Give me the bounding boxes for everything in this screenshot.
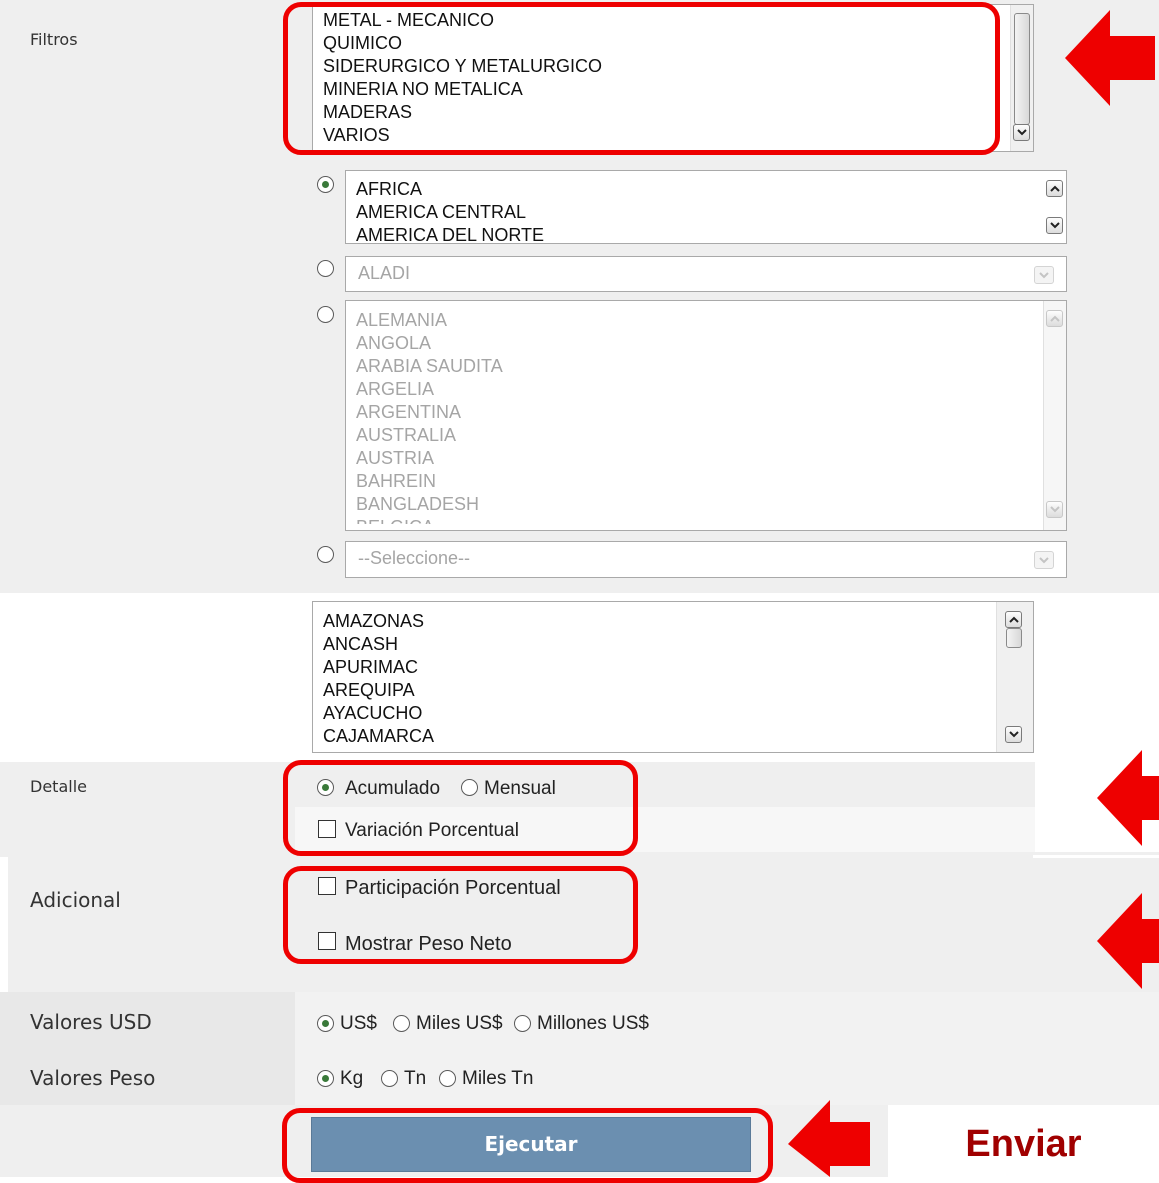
- continent-option[interactable]: AFRICA: [356, 178, 1026, 201]
- peso-neto-label: Mostrar Peso Neto: [345, 933, 512, 955]
- continent-listbox[interactable]: AFRICA AMERICA CENTRAL AMERICA DEL NORTE: [345, 170, 1067, 244]
- departamento-items: AMAZONAS ANCASH APURIMAC AREQUIPA AYACUCHO CA…: [323, 610, 993, 748]
- region-label-cell: [0, 160, 295, 593]
- enviar-label: Enviar: [965, 1123, 1082, 1165]
- scroll-up-icon[interactable]: [1046, 310, 1063, 327]
- kg-label: Kg: [340, 1068, 364, 1089]
- divider: [1033, 855, 1159, 858]
- continent-option[interactable]: AMERICA CENTRAL: [356, 201, 1026, 224]
- miles-tn-label: Miles Tn: [462, 1068, 534, 1089]
- arrow-left-icon: [1097, 750, 1159, 846]
- country-option[interactable]: BELGICA: [356, 516, 1026, 524]
- peso-neto-checkbox[interactable]: [318, 932, 336, 950]
- sector-option[interactable]: QUIMICO: [323, 32, 993, 55]
- country-option[interactable]: ALEMANIA: [356, 309, 1026, 332]
- sector-option[interactable]: METAL - MECANICO: [323, 9, 993, 32]
- adicional-row: [8, 852, 1159, 992]
- usd-option-label: US$: [340, 1013, 377, 1034]
- departamento-scrollbar[interactable]: [996, 602, 1033, 752]
- arrow-left-icon: [1065, 10, 1155, 106]
- departamento-option[interactable]: ANCASH: [323, 633, 993, 656]
- acumulado-label: Acumulado: [345, 778, 441, 799]
- country-option[interactable]: ARGENTINA: [356, 401, 1026, 424]
- enviar-annotation: Enviar: [888, 1105, 1159, 1177]
- departamento-option[interactable]: AREQUIPA: [323, 679, 993, 702]
- bloc-select-value: ALADI: [358, 263, 411, 283]
- mensual-label: Mensual: [484, 778, 556, 799]
- sector-option[interactable]: SIDERURGICO Y METALURGICO: [323, 55, 993, 78]
- arrow-left-icon: [788, 1100, 870, 1177]
- miles-tn-radio[interactable]: [439, 1070, 456, 1087]
- chevron-down-icon[interactable]: [1034, 551, 1054, 569]
- sector-listbox[interactable]: METAL - MECANICO QUIMICO SIDERURGICO Y MET…: [312, 4, 1034, 152]
- other-radio[interactable]: [317, 546, 334, 563]
- departamento-listbox[interactable]: AMAZONAS ANCASH APURIMAC AREQUIPA AYACUCHO CA…: [312, 601, 1034, 753]
- scroll-down-icon[interactable]: [1013, 124, 1030, 141]
- detalle-label: Detalle: [30, 777, 87, 796]
- country-option[interactable]: AUSTRIA: [356, 447, 1026, 470]
- continent-scrollbar[interactable]: [1044, 171, 1066, 243]
- miles-usd-radio[interactable]: [393, 1015, 410, 1032]
- country-scrollbar[interactable]: [1043, 301, 1066, 530]
- acumulado-radio[interactable]: [317, 779, 334, 796]
- valores-peso-label: Valores Peso: [30, 1066, 156, 1090]
- filtros-label: Filtros: [30, 30, 78, 49]
- bloc-radio[interactable]: [317, 260, 334, 277]
- tn-label: Tn: [404, 1068, 427, 1089]
- scroll-up-icon[interactable]: [1005, 611, 1022, 628]
- country-option[interactable]: BANGLADESH: [356, 493, 1026, 516]
- country-listbox[interactable]: ALEMANIA ANGOLA ARABIA SAUDITA ARGELIA ARGEN…: [345, 300, 1067, 531]
- execute-button[interactable]: Ejecutar: [311, 1117, 751, 1172]
- other-select-value: --Seleccione--: [358, 548, 471, 568]
- continent-items: AFRICA AMERICA CENTRAL AMERICA DEL NORTE: [356, 178, 1026, 243]
- usd-radio[interactable]: [317, 1015, 334, 1032]
- mensual-radio[interactable]: [461, 779, 478, 796]
- tn-radio[interactable]: [381, 1070, 398, 1087]
- other-select[interactable]: --Seleccione--: [345, 541, 1067, 578]
- millones-usd-label: Millones US$: [537, 1013, 649, 1034]
- country-option[interactable]: ARGELIA: [356, 378, 1026, 401]
- sector-items: METAL - MECANICO QUIMICO SIDERURGICO Y MET…: [323, 9, 993, 147]
- valores-usd-label: Valores USD: [30, 1010, 152, 1034]
- departamento-option[interactable]: APURIMAC: [323, 656, 993, 679]
- country-items: ALEMANIA ANGOLA ARABIA SAUDITA ARGELIA ARGEN…: [356, 309, 1026, 524]
- bloc-select[interactable]: ALADI: [345, 256, 1067, 292]
- miles-usd-label: Miles US$: [416, 1013, 503, 1034]
- country-option[interactable]: AUSTRALIA: [356, 424, 1026, 447]
- kg-radio[interactable]: [317, 1070, 334, 1087]
- variacion-label: Variación Porcentual: [345, 820, 519, 841]
- sector-option[interactable]: MINERIA NO METALICA: [323, 78, 993, 101]
- departamento-option[interactable]: AMAZONAS: [323, 610, 993, 633]
- participacion-label: Participación Porcentual: [345, 877, 561, 899]
- sector-option[interactable]: VARIOS: [323, 124, 993, 147]
- sector-scrollbar[interactable]: [1010, 5, 1033, 151]
- sector-scroll-thumb[interactable]: [1014, 13, 1030, 125]
- country-option[interactable]: ANGOLA: [356, 332, 1026, 355]
- departamento-scroll-thumb[interactable]: [1006, 628, 1022, 648]
- country-radio[interactable]: [317, 306, 334, 323]
- departamento-option[interactable]: CAJAMARCA: [323, 725, 993, 748]
- continent-option[interactable]: AMERICA DEL NORTE: [356, 224, 1026, 243]
- continent-radio[interactable]: [317, 176, 334, 193]
- sector-option[interactable]: MADERAS: [323, 101, 993, 124]
- arrow-left-icon: [1097, 893, 1159, 989]
- scroll-down-icon[interactable]: [1005, 726, 1022, 743]
- chevron-down-icon[interactable]: [1034, 266, 1054, 284]
- departamento-option[interactable]: AYACUCHO: [323, 702, 993, 725]
- adicional-label: Adicional: [30, 888, 121, 912]
- participacion-checkbox[interactable]: [318, 877, 336, 895]
- millones-usd-radio[interactable]: [514, 1015, 531, 1032]
- country-option[interactable]: BAHREIN: [356, 470, 1026, 493]
- scroll-up-icon[interactable]: [1046, 180, 1063, 197]
- scroll-down-icon[interactable]: [1046, 501, 1063, 518]
- country-option[interactable]: ARABIA SAUDITA: [356, 355, 1026, 378]
- scroll-down-icon[interactable]: [1046, 217, 1063, 234]
- variacion-checkbox[interactable]: [318, 820, 336, 838]
